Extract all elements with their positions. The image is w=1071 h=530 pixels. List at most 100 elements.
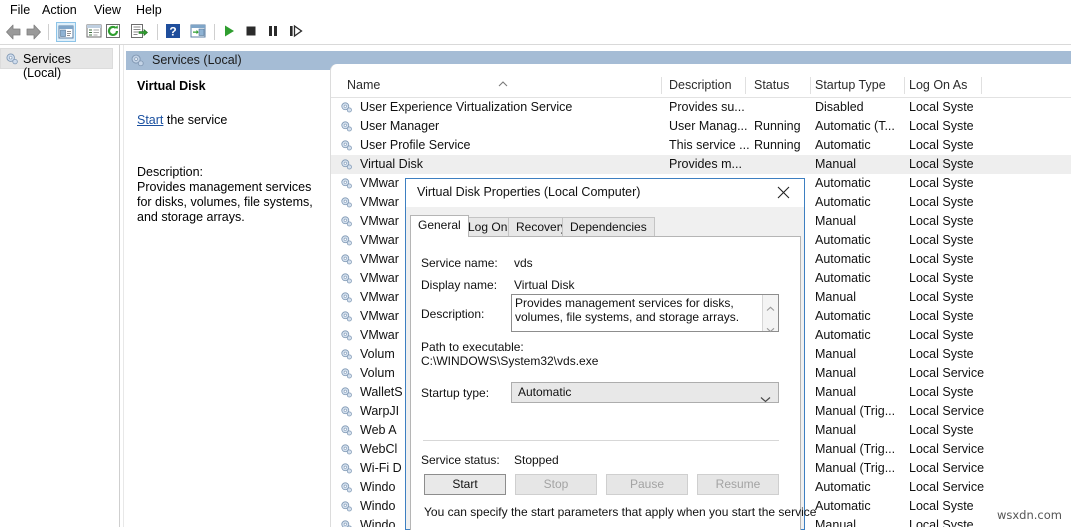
chevron-down-icon[interactable]	[766, 320, 775, 333]
description-label: Description:	[421, 307, 485, 321]
refresh-icon[interactable]	[104, 22, 124, 42]
description-scrollbar[interactable]	[762, 295, 778, 333]
cell-logon: Local Syste	[909, 290, 974, 304]
pane-header-title: Services (Local)	[152, 53, 242, 67]
close-icon[interactable]	[764, 179, 804, 206]
start-button[interactable]: Start	[424, 474, 506, 495]
services-icon	[5, 52, 19, 71]
cell-startup: Disabled	[815, 100, 864, 114]
cell-name: VMwar	[360, 271, 399, 285]
resume-button: Resume	[697, 474, 779, 495]
cell-logon: Local Syste	[909, 423, 974, 437]
cell-logon: Local Syste	[909, 518, 974, 527]
cell-logon: Local Syste	[909, 385, 974, 399]
column-header-status[interactable]: Status	[754, 78, 789, 92]
service-name-value: vds	[514, 256, 533, 270]
pause-service-icon[interactable]	[264, 22, 284, 42]
service-icon	[340, 519, 353, 527]
menu-view[interactable]: View	[94, 3, 121, 17]
start-service-icon[interactable]	[220, 22, 240, 42]
console-tree-pane: Services (Local)	[0, 45, 119, 527]
startup-type-label: Startup type:	[421, 386, 490, 400]
cell-logon: Local Syste	[909, 233, 974, 247]
cell-logon: Local Syste	[909, 252, 974, 266]
details-description-text: Provides management services for disks, …	[137, 180, 313, 224]
dialog-tab-page-general: Service name: vds Display name: Virtual …	[410, 236, 816, 530]
help-icon[interactable]: ?	[164, 22, 184, 42]
menu-file[interactable]: File	[10, 3, 30, 17]
service-name-label: Service name:	[421, 256, 498, 270]
service-properties-dialog: Virtual Disk Properties (Local Computer)…	[405, 178, 816, 530]
cell-startup: Manual	[815, 385, 856, 399]
startup-type-value: Automatic	[518, 385, 572, 399]
menu-help[interactable]: Help	[136, 3, 162, 17]
cell-name: WebCl	[360, 442, 398, 456]
dialog-separator	[423, 440, 779, 441]
service-action-line: Start the service	[137, 113, 227, 127]
cell-name: Web A	[360, 423, 397, 437]
sort-ascending-icon	[498, 75, 508, 87]
cell-logon: Local Service	[909, 366, 985, 380]
cell-description: User Manag...	[669, 119, 748, 133]
show-action-pane-icon[interactable]	[189, 22, 209, 42]
start-service-link[interactable]: Start	[137, 113, 163, 127]
table-row[interactable]: User Manager User Manag... Running Autom…	[331, 117, 1071, 136]
show-console-tree-icon[interactable]	[56, 22, 76, 42]
cell-startup: Manual	[815, 518, 856, 527]
dialog-title: Virtual Disk Properties (Local Computer)	[417, 185, 641, 199]
cell-description: This service ...	[669, 138, 750, 152]
cell-logon: Local Service	[909, 404, 985, 418]
dialog-title-bar[interactable]: Virtual Disk Properties (Local Computer)	[406, 179, 804, 207]
cell-startup: Manual (Trig...	[815, 404, 896, 418]
selected-service-title: Virtual Disk	[137, 79, 206, 93]
properties-icon[interactable]	[85, 22, 105, 42]
cell-logon: Local Syste	[909, 499, 974, 513]
cell-startup: Automatic	[815, 480, 871, 494]
pause-button: Pause	[606, 474, 688, 495]
column-header-startup[interactable]: Startup Type	[815, 78, 886, 92]
cell-name: User Manager	[360, 119, 440, 133]
display-name-label: Display name:	[421, 278, 498, 292]
table-row[interactable]: Virtual Disk Provides m... Manual Local …	[331, 155, 1071, 174]
chevron-up-icon[interactable]	[766, 299, 775, 311]
column-header-description[interactable]: Description	[669, 78, 732, 92]
export-list-icon[interactable]	[130, 22, 150, 42]
table-row[interactable]: User Profile Service This service ... Ru…	[331, 136, 1071, 155]
menu-action[interactable]: Action	[42, 3, 77, 17]
description-textarea[interactable]: Provides management services for disks, …	[511, 294, 779, 333]
cell-startup: Automatic	[815, 195, 871, 209]
tree-item-label: Services (Local)	[23, 52, 71, 80]
cell-name: VMwar	[360, 176, 399, 190]
details-pane: Virtual Disk Start the service Descripti…	[126, 70, 330, 527]
cell-logon: Local Syste	[909, 176, 974, 190]
cell-startup: Automatic	[815, 499, 871, 513]
cell-logon: Local Syste	[909, 347, 974, 361]
cell-name: User Profile Service	[360, 138, 471, 152]
cell-name: VMwar	[360, 233, 399, 247]
services-mmc-window: File Action View Help ? Services (Local)…	[0, 0, 1071, 530]
cell-logon: Local Syste	[909, 328, 974, 342]
cell-name: VMwar	[360, 309, 399, 323]
forward-icon[interactable]	[24, 22, 44, 42]
column-header-name[interactable]: Name	[347, 78, 380, 92]
cell-startup: Manual (Trig...	[815, 461, 896, 475]
cell-name: VMwar	[360, 290, 399, 304]
tree-item-services-local[interactable]: Services (Local)	[0, 48, 113, 80]
tab-dependencies[interactable]: Dependencies	[562, 217, 655, 237]
cell-name: VMwar	[360, 195, 399, 209]
startup-type-select[interactable]: Automatic	[511, 382, 779, 403]
back-icon[interactable]	[3, 22, 23, 42]
stop-service-icon[interactable]	[242, 22, 262, 42]
cell-name: Wi-Fi D	[360, 461, 402, 475]
restart-service-icon[interactable]	[287, 22, 307, 42]
cell-name: WarpJI	[360, 404, 400, 418]
table-row[interactable]: User Experience Virtualization Service P…	[331, 98, 1071, 117]
column-header-logon[interactable]: Log On As	[909, 78, 967, 92]
cell-logon: Local Service	[909, 461, 985, 475]
pane-divider[interactable]	[119, 45, 120, 527]
chevron-down-icon[interactable]	[760, 390, 771, 408]
cell-logon: Local Syste	[909, 119, 974, 133]
menu-bar: File Action View Help	[0, 0, 1071, 20]
cell-startup: Manual	[815, 366, 856, 380]
tab-general[interactable]: General	[410, 215, 469, 237]
